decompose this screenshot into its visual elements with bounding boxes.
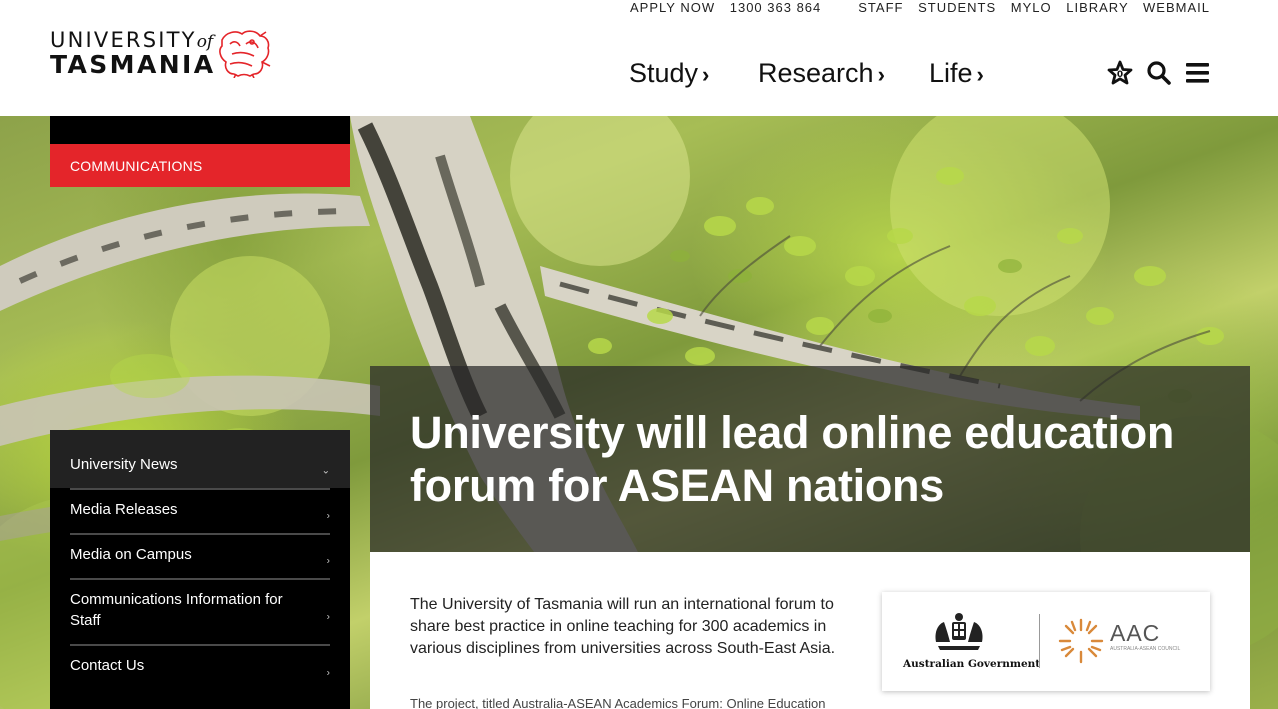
article-lead: The University of Tasmania will run an i… bbox=[410, 596, 836, 657]
chevron-right-icon: › bbox=[877, 62, 885, 87]
library-link[interactable]: LIBRARY bbox=[1066, 0, 1128, 15]
article-content: The University of Tasmania will run an i… bbox=[370, 552, 1250, 709]
aac-logo-label: AAC bbox=[1110, 620, 1161, 646]
nav-research-label: Research bbox=[758, 58, 874, 88]
chevron-down-icon: ⌄ bbox=[321, 465, 330, 477]
utility-links-right: STAFF STUDENTS MYLO LIBRARY WEBMAIL bbox=[848, 0, 1210, 15]
aac-logo-subtitle: AUSTRALIA-ASEAN COUNCIL bbox=[1110, 646, 1181, 652]
sidenav-item-label: Communications Information for Staff bbox=[70, 591, 283, 629]
sidenav-item-media-releases[interactable]: Media Releases › bbox=[70, 499, 330, 535]
logo-line1: UNIVERSITY bbox=[50, 28, 197, 52]
article-paragraph: The project, titled Australia-ASEAN Acad… bbox=[410, 696, 826, 709]
apply-now-link[interactable]: APPLY NOW bbox=[630, 0, 715, 15]
utility-links-left: APPLY NOW 1300 363 864 bbox=[630, 0, 831, 15]
nav-life-label: Life bbox=[929, 58, 973, 88]
chevron-right-icon: › bbox=[326, 611, 330, 622]
chevron-right-icon: › bbox=[326, 667, 330, 679]
article-title: University will lead online education fo… bbox=[410, 407, 1175, 511]
sidenav-item-label: Contact Us bbox=[70, 657, 145, 674]
sidenav-item-label: University News bbox=[70, 456, 178, 473]
menu-icon[interactable] bbox=[1185, 60, 1211, 86]
sidenav-item-label: Media Releases bbox=[70, 501, 178, 518]
partner-logos-image: Australian Government AAC AUSTRALIA-ASEA… bbox=[882, 592, 1210, 691]
nav-life[interactable]: Life › bbox=[929, 58, 984, 89]
chevron-right-icon: › bbox=[326, 510, 330, 522]
chevron-right-icon: › bbox=[326, 555, 330, 567]
logo-line2: TASMANIA bbox=[50, 50, 216, 79]
star-badge-icon[interactable]: 0 bbox=[1107, 60, 1133, 86]
section-label[interactable]: COMMUNICATIONS bbox=[50, 144, 350, 187]
logo-divider bbox=[1039, 614, 1040, 668]
phone-link[interactable]: 1300 363 864 bbox=[730, 0, 822, 15]
chevron-right-icon: › bbox=[702, 62, 710, 87]
gov-logo-label: Australian Government bbox=[903, 658, 1041, 670]
lion-emblem-icon bbox=[219, 30, 271, 78]
logo-of: of bbox=[196, 32, 214, 52]
side-nav: University News ⌄ Media Releases › Media… bbox=[50, 430, 350, 709]
sidenav-item-media-on-campus[interactable]: Media on Campus › bbox=[70, 544, 330, 580]
sidenav-item-contact-us[interactable]: Contact Us › bbox=[70, 655, 330, 691]
webmail-link[interactable]: WEBMAIL bbox=[1143, 0, 1210, 15]
sidenav-item-label: Media on Campus bbox=[70, 546, 192, 563]
svg-text:0: 0 bbox=[1117, 70, 1123, 80]
article-title-panel: University will lead online education fo… bbox=[370, 366, 1250, 552]
aac-star-icon bbox=[1058, 618, 1104, 664]
sidenav-item-comms-info-staff[interactable]: Communications Information for Staff › bbox=[70, 589, 330, 646]
students-link[interactable]: STUDENTS bbox=[918, 0, 996, 15]
search-icon[interactable] bbox=[1146, 60, 1172, 86]
sidenav-item-university-news[interactable]: University News ⌄ bbox=[70, 454, 330, 490]
coat-of-arms-icon bbox=[935, 613, 983, 650]
chevron-right-icon: › bbox=[976, 62, 984, 87]
nav-study-label: Study bbox=[629, 58, 699, 88]
mylo-link[interactable]: MYLO bbox=[1011, 0, 1052, 15]
nav-research[interactable]: Research › bbox=[758, 58, 885, 89]
staff-link[interactable]: STAFF bbox=[858, 0, 903, 15]
nav-study[interactable]: Study › bbox=[629, 58, 709, 89]
site-header: UNIVERSITYof TASMANIA APPLY NOW 1300 363… bbox=[0, 0, 1278, 116]
university-logo[interactable]: UNIVERSITYof TASMANIA bbox=[50, 28, 272, 79]
